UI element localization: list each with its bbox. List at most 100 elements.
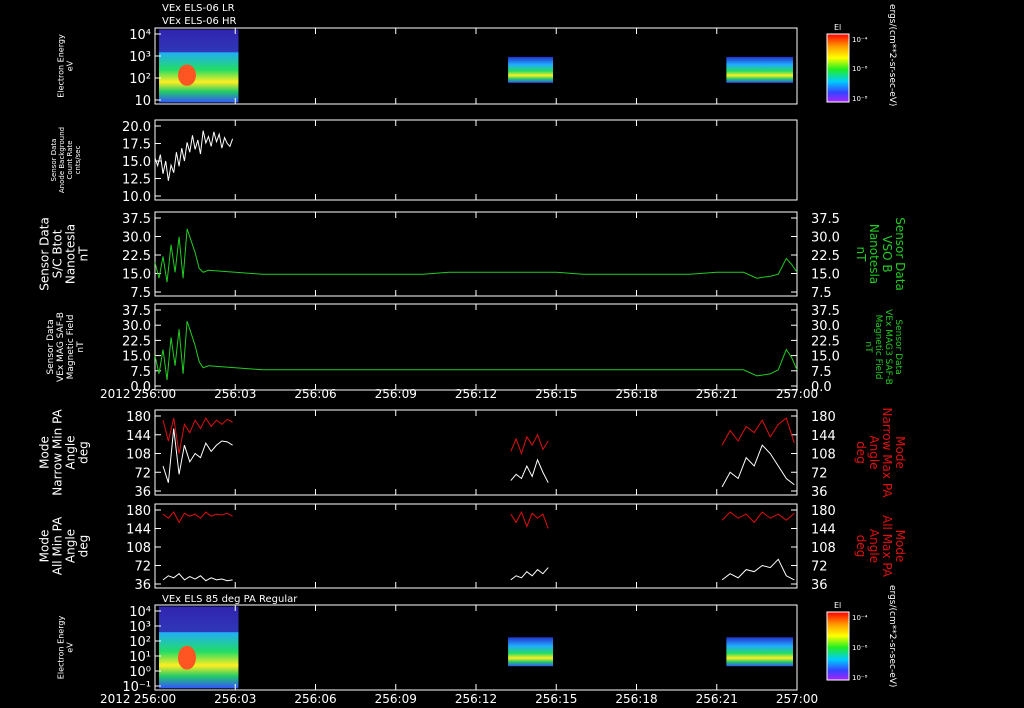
x-axis-labels: 2012 256:00 256:03 256:06 256:09 256:12 256:15… <box>100 692 818 706</box>
y-tick-label: 72 <box>134 466 151 481</box>
y-axis-label-line: Electron Energy <box>57 616 66 680</box>
y-tick-label: 30.0 <box>122 231 151 246</box>
bottom-panel-title: VEx ELS 85 deg PA Regular <box>162 594 298 605</box>
colorbar-tick: 10⁻⁶ <box>852 65 868 73</box>
colorbar-top: El 10⁻⁴ 10⁻⁶ 10⁻⁸ ergs/(cm**2-sr-sec-eV) <box>826 4 897 106</box>
y-tick-label-right: 144 <box>811 523 836 538</box>
y-tick-label: 108 <box>126 448 151 463</box>
title-line-1: VEx ELS-06 LR <box>162 3 235 14</box>
y-tick-label: 10⁰ <box>129 665 151 680</box>
x-tick-label: 256:09 <box>375 387 417 401</box>
panel-frame <box>154 211 798 297</box>
colorbar-label: El <box>834 23 841 32</box>
y-axis-label-line: Mode <box>38 436 52 469</box>
panel-1: 10⁴ 10³ 10² 10 Electron Energy eV <box>57 27 798 109</box>
y-axis-label-line: Electron Energy <box>57 34 66 98</box>
colorbar-tick: 10⁻⁴ <box>852 36 868 44</box>
y-tick-label: 30.0 <box>122 319 151 334</box>
y-tick-label: 10³ <box>129 50 151 65</box>
panel-frame <box>154 503 798 589</box>
y-tick-label: 144 <box>126 429 151 444</box>
y-tick-label: 10² <box>129 72 151 87</box>
right-axis-label-line: Sensor Data <box>893 217 907 291</box>
y-axis-label-line: S/C Btot <box>51 229 65 278</box>
x-tick-label: 256:21 <box>696 692 738 706</box>
x-tick-label: 256:06 <box>294 387 336 401</box>
panel-frame <box>154 604 798 691</box>
x-tick-label: 256:06 <box>294 692 336 706</box>
x-tick-label: 256:15 <box>535 387 577 401</box>
y-tick-label-right: 37.5 <box>811 304 840 319</box>
right-axis-label-line: Angle <box>867 529 881 563</box>
series-line <box>510 433 549 456</box>
y-tick-label: 180 <box>126 504 151 519</box>
y-tick-label: 10 <box>134 94 151 109</box>
series-line <box>510 458 549 483</box>
y-tick-label-right: 37.5 <box>811 212 840 227</box>
right-axis-label-line: nT <box>863 341 873 353</box>
right-axis-label-line: All Max PA <box>880 515 894 578</box>
y-axis-label-line: Sensor Data <box>46 319 56 374</box>
panel-frame <box>154 119 798 201</box>
series-line <box>154 228 798 283</box>
y-axis-label-line: Magnetic Field <box>66 315 76 380</box>
y-axis-label-line: Angle <box>64 529 78 563</box>
x-tick-label: 256:09 <box>375 692 417 706</box>
panel-frame <box>154 303 798 391</box>
panel-frame <box>154 27 798 105</box>
series-line <box>154 320 798 380</box>
right-axis-label-line: Narrow Max PA <box>880 408 894 499</box>
y-axis-label-line: Sensor Data <box>38 217 52 291</box>
x-tick-label: 256:12 <box>455 387 497 401</box>
y-tick-label: 15.0 <box>122 268 151 283</box>
y-tick-label: 15.0 <box>122 155 151 170</box>
y-tick-label-right: 15.0 <box>811 350 840 365</box>
y-axis-label-line: All Min PA <box>51 516 65 575</box>
right-axis-label-line: nT <box>854 247 868 263</box>
y-tick-label-right: 108 <box>811 541 836 556</box>
colorbar-tick: 10⁻⁴ <box>852 614 868 622</box>
y-tick-label-right: 30.0 <box>811 231 840 246</box>
y-tick-label: 15.0 <box>122 350 151 365</box>
heatmap-block <box>726 56 793 83</box>
y-tick-label: 72 <box>134 560 151 575</box>
colorbar-tick: 10⁻⁸ <box>852 95 868 103</box>
y-tick-label: 144 <box>126 523 151 538</box>
y-tick-label: 10³ <box>129 620 151 635</box>
heatmap-sparse-top <box>159 29 239 53</box>
x-tick-label: 256:18 <box>615 692 657 706</box>
right-axis-label-line: VEx MAG3 SAF-B <box>883 309 893 385</box>
colorbar-tick: 10⁻⁶ <box>852 644 868 652</box>
x-tick-label: 257:00 <box>776 387 818 401</box>
y-axis-label-line: Sensor Data <box>50 139 58 182</box>
x-axis-year-label: 2012 <box>100 387 131 401</box>
right-axis-label-line: Sensor Data <box>893 319 903 374</box>
y-axis-label-line: nT <box>77 246 91 262</box>
colorbar-tick: 10⁻⁸ <box>852 674 868 682</box>
y-tick-label-right: 36 <box>811 578 828 593</box>
y-axis-label-line: eV <box>66 642 75 653</box>
series-line <box>510 510 549 529</box>
series-line <box>721 511 795 524</box>
series-line <box>162 428 233 483</box>
colorbar-label: El <box>834 601 841 610</box>
x-axis-year-label: 2012 <box>100 692 131 706</box>
series-line <box>510 567 549 581</box>
y-axis-label-line: Mode <box>38 530 52 563</box>
y-tick-label: 36 <box>134 485 151 500</box>
y-tick-label: 108 <box>126 541 151 556</box>
x-axis-labels: 2012 256:00 256:03 256:06 256:09 256:12 256:15… <box>100 387 818 401</box>
x-tick-label: 256:18 <box>615 387 657 401</box>
series-line <box>721 444 795 488</box>
y-axis-label-line: Anode Background <box>58 127 66 193</box>
y-tick-label: 10¹ <box>129 650 151 665</box>
y-axis-label-line: deg <box>77 441 91 464</box>
heatmap-sparse-top <box>159 606 239 633</box>
y-tick-label-right: 22.5 <box>811 249 840 264</box>
series-line <box>162 511 233 524</box>
y-tick-label-right: 15.0 <box>811 268 840 283</box>
y-axis-label-line: deg <box>77 535 91 558</box>
series-line <box>721 417 795 446</box>
y-tick-label: 10.0 <box>122 190 151 205</box>
heatmap-block <box>508 637 554 667</box>
